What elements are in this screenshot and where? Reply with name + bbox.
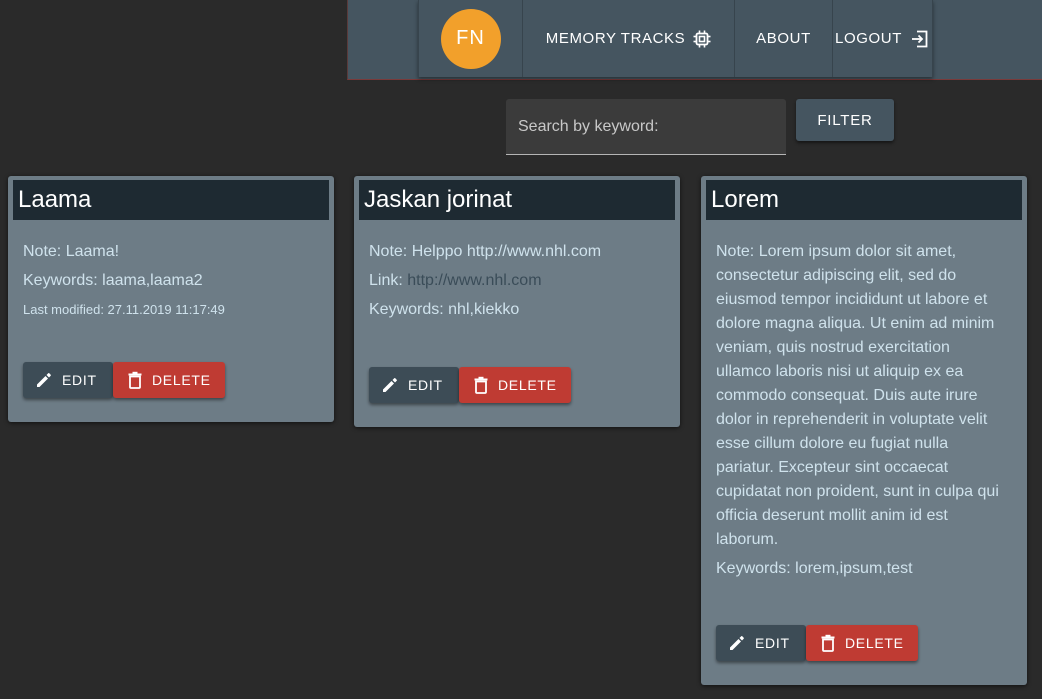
nav-logout[interactable]: LOGOUT [833,0,933,77]
delete-button[interactable]: DELETE [459,367,571,403]
search-field[interactable] [506,99,786,155]
avatar[interactable]: FN [440,8,501,69]
card-note: Note: Lorem ipsum dolor sit amet, consec… [716,240,1013,552]
card-title: Laama [13,180,329,220]
note-line: veniam, quis nostrud exercitation [716,339,950,356]
nav-menu: FN MEMORY TRACKS ABOUT LOGOUT [418,0,933,77]
card-link-label: Link: [369,272,408,289]
edit-label: EDIT [62,372,97,388]
nav-avatar-item[interactable]: FN [418,0,523,77]
nav-about[interactable]: ABOUT [735,0,833,77]
nav-memory-tracks-label: MEMORY TRACKS [545,30,686,47]
note-line: pariatur. Excepteur sint occaecat [716,459,949,476]
nav-about-label: ABOUT [756,30,811,47]
card-link-url[interactable]: http://www.nhl.com [407,272,541,289]
trash-icon [821,634,835,652]
edit-label: EDIT [755,635,790,651]
note-line: esse cillum dolore eu fugiat nulla [716,435,949,452]
card-body: Note: Laama! Keywords: laama,laama2 Last… [23,240,320,327]
card-link: Link: http://www.nhl.com [369,269,666,293]
card-keywords: Keywords: lorem,ipsum,test [716,560,913,577]
delete-label: DELETE [152,372,211,388]
note-line: officia deserunt mollit anim id est [716,507,948,524]
memory-card: Laama Note: Laama! Keywords: laama,laama… [8,176,334,422]
nav-memory-tracks[interactable]: MEMORY TRACKS [523,0,735,77]
logout-icon [910,29,930,49]
filter-button[interactable]: FILTER [796,99,894,141]
card-actions: EDIT DELETE [716,625,918,661]
card-last-modified: Last modified: 27.11.2019 11:17:49 [23,302,225,317]
card-note: Note: Helppo http://www.nhl.com [369,243,602,260]
note-line: laborum. [716,531,779,548]
card-body: Note: Helppo http://www.nhl.com Link: ht… [369,240,666,327]
note-line: cupidatat non proident, sunt in culpa qu… [716,483,999,500]
edit-button[interactable]: EDIT [23,362,113,398]
note-line: dolore magna aliqua. Ut enim ad minim [716,315,995,332]
delete-button[interactable]: DELETE [113,362,225,398]
card-title: Lorem [706,180,1022,220]
edit-label: EDIT [408,377,443,393]
top-navigation-bar: FN MEMORY TRACKS ABOUT LOGOUT [347,0,1042,80]
note-line: consectetur adipiscing elit, sed do [716,267,957,284]
pencil-icon [730,636,744,650]
edit-button[interactable]: EDIT [716,625,806,661]
card-note: Note: Laama! [23,243,120,260]
trash-icon [474,376,488,394]
note-line: dolor in reprehenderit in voluptate veli… [716,411,988,428]
note-line: eiusmod tempor incididunt ut labore et [716,291,988,308]
note-line: Note: Lorem ipsum dolor sit amet, [716,243,957,260]
delete-button[interactable]: DELETE [806,625,918,661]
edit-button[interactable]: EDIT [369,367,459,403]
note-line: commodo consequat. Duis aute irure [716,387,978,404]
card-keywords: Keywords: nhl,kiekko [369,301,520,318]
pencil-icon [37,373,51,387]
note-line: ullamco laboris nisi ut aliquip ex ea [716,363,964,380]
card-actions: EDIT DELETE [23,362,225,398]
card-actions: EDIT DELETE [369,367,571,403]
card-keywords: Keywords: laama,laama2 [23,272,203,289]
memory-card: Jaskan jorinat Note: Helppo http://www.n… [354,176,680,427]
memory-chip-icon [693,30,711,48]
nav-logout-label: LOGOUT [835,30,902,47]
trash-icon [128,371,142,389]
card-body: Note: Lorem ipsum dolor sit amet, consec… [716,240,1013,586]
delete-label: DELETE [845,635,904,651]
pencil-icon [383,378,397,392]
search-input[interactable] [506,99,786,154]
memory-card: Lorem Note: Lorem ipsum dolor sit amet, … [701,176,1027,685]
card-title: Jaskan jorinat [359,180,675,220]
delete-label: DELETE [498,377,557,393]
